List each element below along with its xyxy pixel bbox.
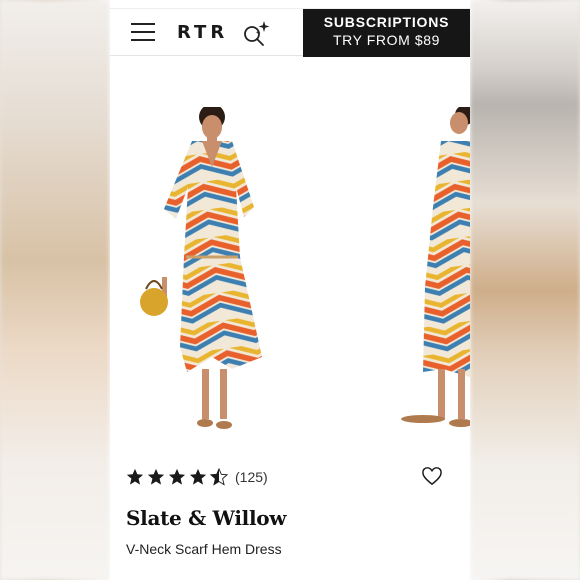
product-name[interactable]: V-Neck Scarf Hem Dress bbox=[126, 541, 282, 557]
logo[interactable]: RTR bbox=[177, 22, 228, 43]
rating[interactable]: (125) bbox=[126, 466, 268, 488]
product-brand[interactable]: Slate & Willow bbox=[126, 506, 287, 530]
subscriptions-cta-button[interactable]: SUBSCRIPTIONS TRY FROM $89 bbox=[303, 9, 470, 57]
star-half-icon bbox=[210, 468, 228, 486]
rating-count: (125) bbox=[235, 469, 268, 485]
product-image-carousel[interactable] bbox=[110, 57, 470, 447]
star-filled-icon bbox=[147, 468, 165, 485]
phone-screen: RTR SUBSCRIPTIONS TRY FROM $89 (125) Sla… bbox=[110, 0, 470, 580]
product-image-front[interactable] bbox=[132, 107, 282, 437]
top-navigation-bar: RTR SUBSCRIPTIONS TRY FROM $89 bbox=[110, 8, 470, 57]
subscriptions-price: TRY FROM $89 bbox=[332, 32, 441, 48]
hamburger-menu-icon[interactable] bbox=[131, 23, 155, 41]
subscriptions-title: SUBSCRIPTIONS bbox=[323, 14, 450, 30]
heart-outline-icon[interactable] bbox=[421, 466, 443, 486]
star-filled-icon bbox=[126, 468, 144, 485]
background-blur-left bbox=[0, 0, 110, 580]
product-image-side[interactable] bbox=[383, 107, 470, 437]
sparkle-search-icon[interactable] bbox=[241, 19, 271, 47]
star-filled-icon bbox=[168, 468, 186, 485]
star-filled-icon bbox=[189, 468, 207, 485]
background-blur-right bbox=[470, 0, 580, 580]
